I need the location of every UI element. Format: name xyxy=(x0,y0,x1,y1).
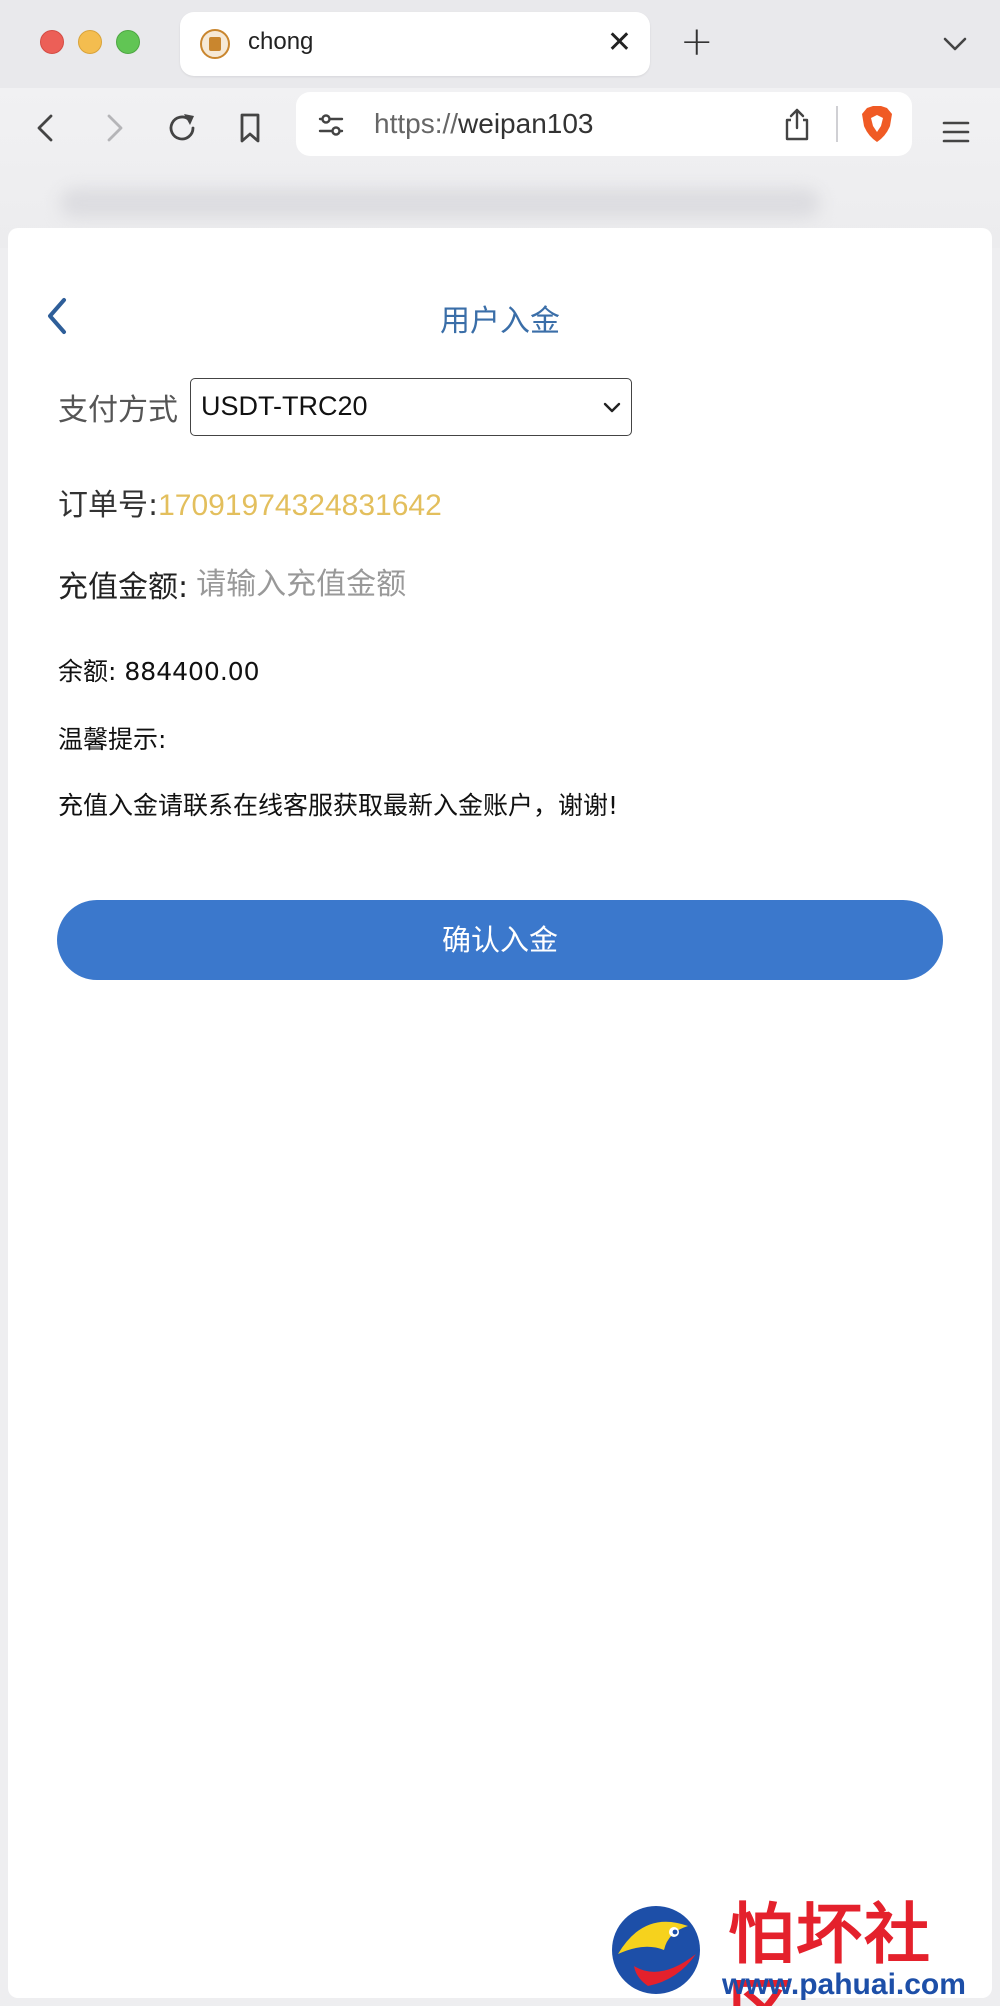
balance-label: 余额: xyxy=(58,657,117,686)
url-protocol: https:// xyxy=(374,108,459,139)
payment-method-label: 支付方式 xyxy=(58,393,178,428)
deposit-amount-row: 充值金额: xyxy=(58,562,797,606)
zoom-window-button[interactable] xyxy=(116,30,140,54)
deposit-page: 用户入金 支付方式 USDT-TRC20 订单号:170919743248316… xyxy=(8,228,992,1998)
tip-title: 温馨提示: xyxy=(58,725,167,754)
balance-value: 884400.00 xyxy=(124,657,260,686)
deposit-amount-input[interactable] xyxy=(196,566,797,602)
address-divider xyxy=(836,106,838,142)
address-url[interactable]: https://weipan103 xyxy=(374,108,594,140)
order-number-row: 订单号:17091974324831642 xyxy=(58,480,442,524)
reload-icon[interactable] xyxy=(162,108,202,148)
tab-list-chevron-icon[interactable] xyxy=(938,30,972,58)
payment-method-value: USDT-TRC20 xyxy=(201,391,368,421)
menu-icon[interactable] xyxy=(936,112,976,152)
brave-shield-icon[interactable] xyxy=(860,104,894,144)
close-window-button[interactable] xyxy=(40,30,64,54)
page-title: 用户入金 xyxy=(440,304,560,339)
order-number-label: 订单号: xyxy=(58,488,159,523)
tab-close-icon[interactable]: ✕ xyxy=(607,26,632,60)
tip-text: 充值入金请联系在线客服获取最新入金账户，谢谢! xyxy=(58,791,619,820)
address-bar[interactable]: https://weipan103 xyxy=(296,92,912,156)
url-host: weipan103 xyxy=(458,108,594,139)
balance-row: 余额: 884400.00 xyxy=(58,652,260,688)
forward-icon[interactable] xyxy=(94,108,134,148)
confirm-deposit-button[interactable]: 确认入金 xyxy=(57,900,943,980)
browser-tab-active[interactable]: chong ✕ xyxy=(180,12,650,76)
watermark-url: www.pahuai.com xyxy=(722,1968,966,2001)
window-controls xyxy=(40,30,140,54)
order-number-value: 17091974324831642 xyxy=(158,489,442,522)
tab-title: chong xyxy=(248,28,314,55)
fish-logo-icon xyxy=(612,1906,700,1994)
site-favicon-icon xyxy=(200,29,230,59)
new-tab-icon[interactable]: + xyxy=(680,20,714,64)
browser-toolbar: https://weipan103 xyxy=(0,88,1000,248)
site-settings-icon[interactable] xyxy=(316,110,346,140)
back-icon[interactable] xyxy=(26,108,66,148)
payment-method-select[interactable]: USDT-TRC20 xyxy=(190,378,632,436)
blurred-bookmark-bar xyxy=(60,188,820,218)
watermark: 怕坏社区 www.pahuai.com xyxy=(604,1896,994,2006)
bookmark-icon[interactable] xyxy=(230,108,270,148)
deposit-amount-label: 充值金额: xyxy=(58,570,189,605)
payment-method-row: 支付方式 USDT-TRC20 xyxy=(58,378,632,436)
chevron-down-icon xyxy=(603,402,621,413)
share-icon[interactable] xyxy=(782,106,812,142)
minimize-window-button[interactable] xyxy=(78,30,102,54)
browser-tab-bar: chong ✕ + xyxy=(0,0,1000,88)
